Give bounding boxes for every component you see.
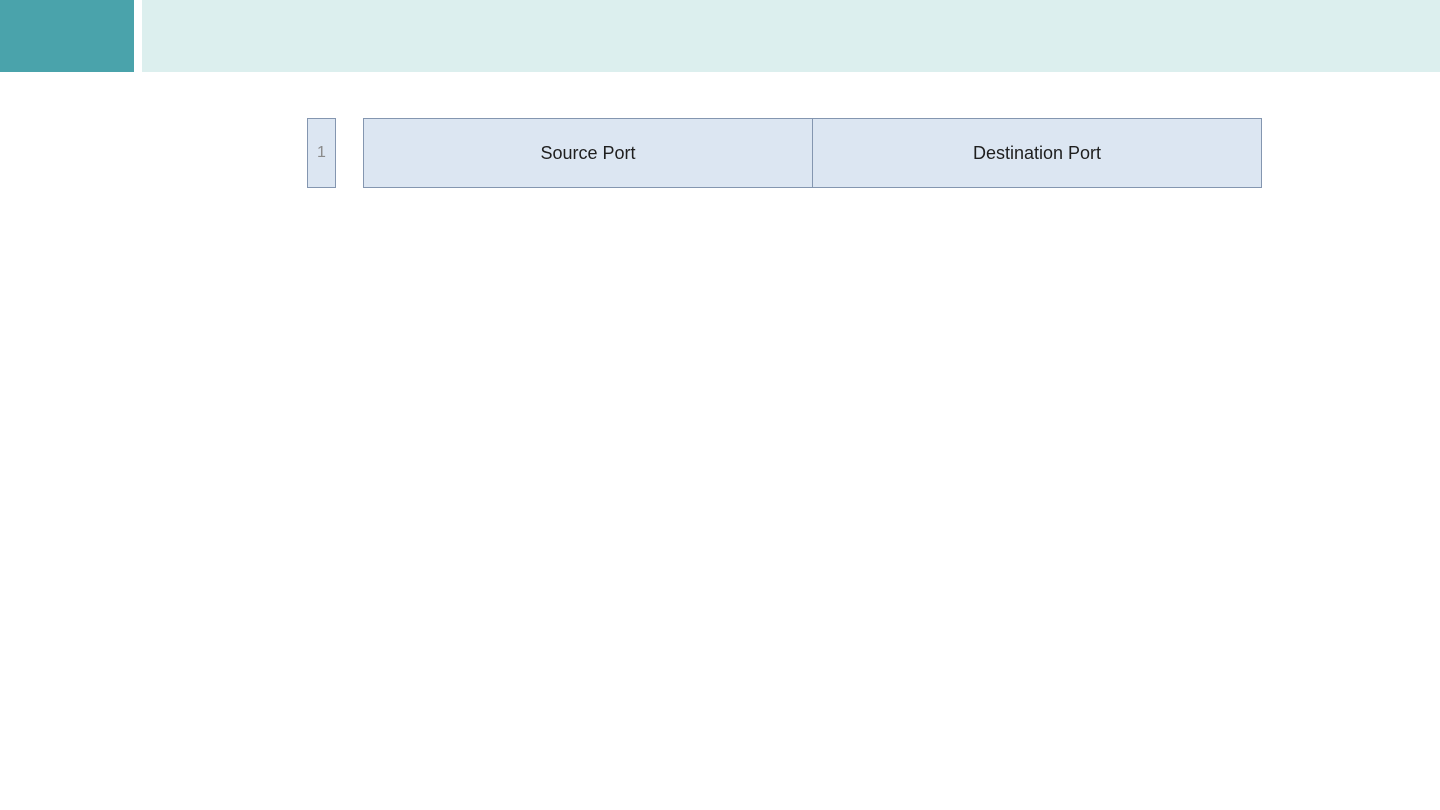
source-port-field: Source Port bbox=[364, 119, 812, 187]
header-accent-block bbox=[0, 0, 134, 72]
row-number-box: 1 bbox=[307, 118, 336, 188]
row-number: 1 bbox=[317, 144, 326, 161]
header-band bbox=[142, 0, 1440, 72]
slide: 1 Source Port Destination Port bbox=[0, 0, 1440, 810]
source-port-label: Source Port bbox=[540, 142, 636, 163]
destination-port-label: Destination Port bbox=[972, 142, 1102, 163]
destination-port-field: Destination Port bbox=[812, 119, 1261, 187]
header-field-row: Source Port Destination Port bbox=[363, 118, 1262, 188]
